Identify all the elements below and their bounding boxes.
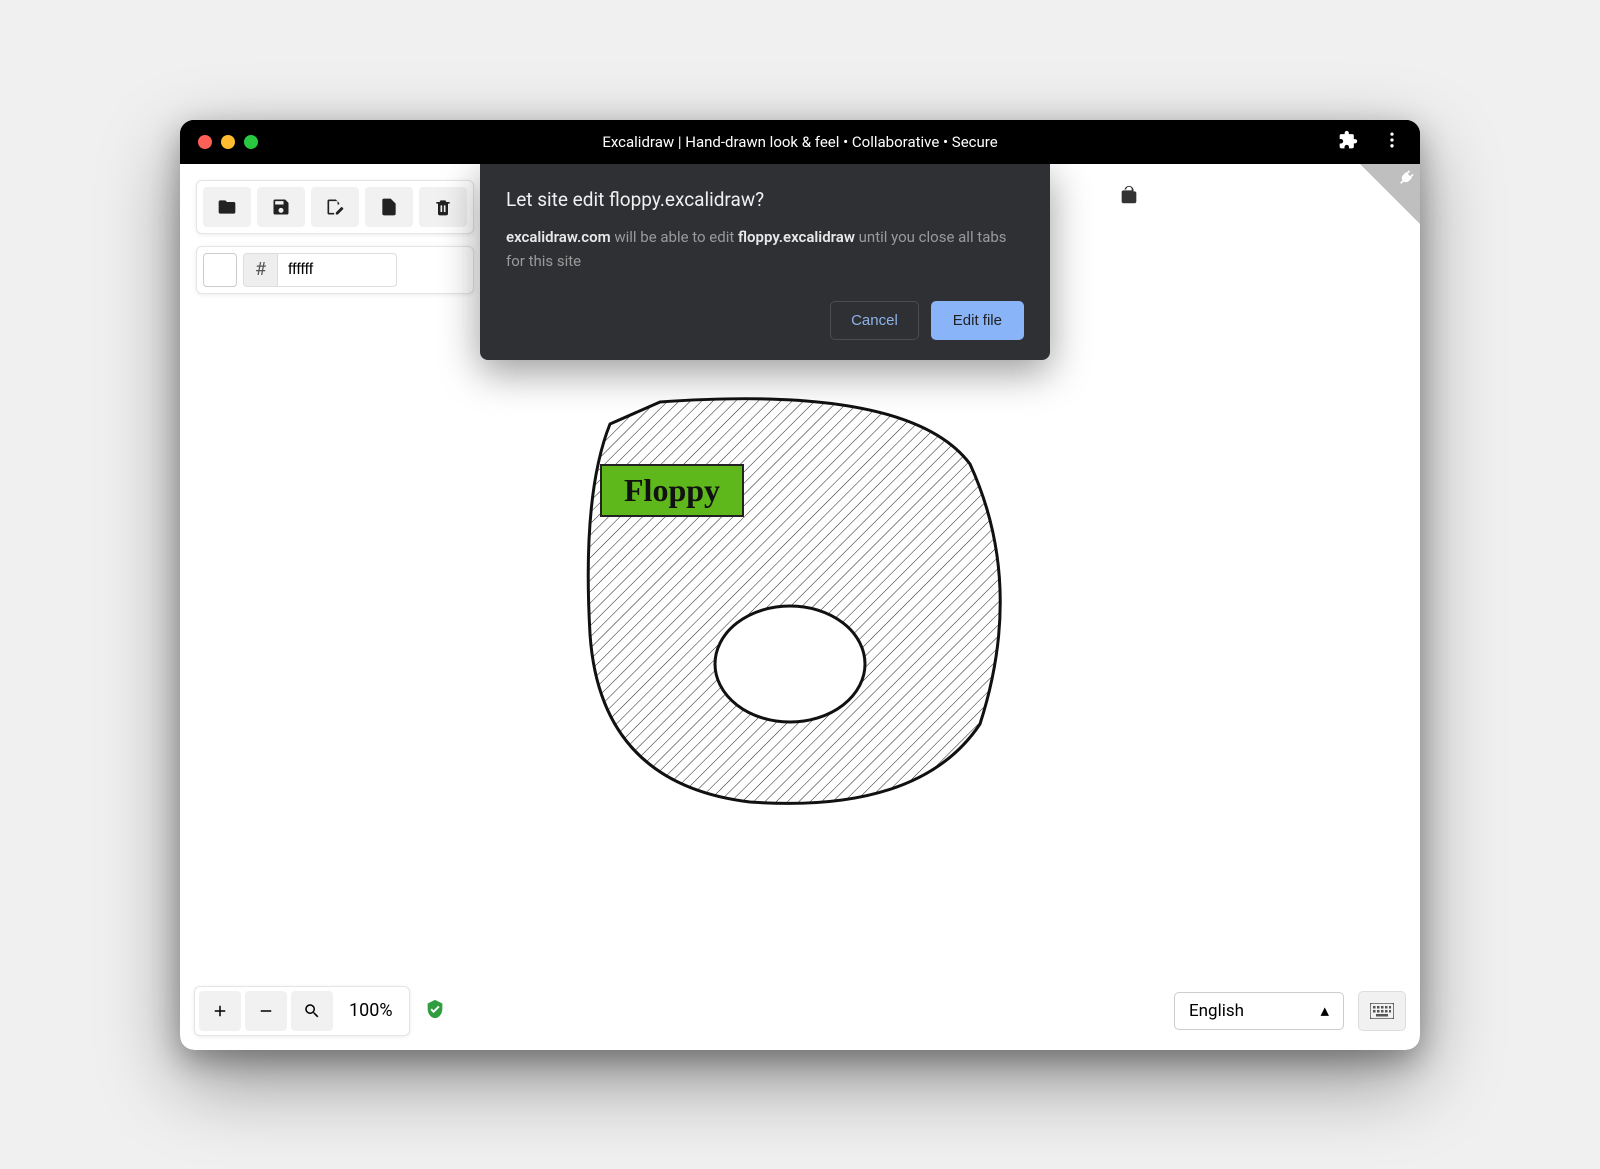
file-permission-dialog: Let site edit floppy.excalidraw? excalid… <box>480 164 1050 360</box>
app-content: # Let site edit floppy.excalidraw? excal… <box>180 164 1420 1050</box>
plug-icon <box>1396 168 1416 192</box>
language-label: English <box>1189 1001 1244 1021</box>
chevron-up-icon: ▴ <box>1320 1001 1329 1021</box>
close-window-button[interactable] <box>198 135 212 149</box>
plus-icon <box>211 1002 229 1020</box>
extension-icon[interactable] <box>1338 130 1358 154</box>
maximize-window-button[interactable] <box>244 135 258 149</box>
save-edit-icon <box>325 197 345 217</box>
browser-window: Excalidraw | Hand-drawn look & feel • Co… <box>180 120 1420 1050</box>
cancel-button[interactable]: Cancel <box>830 301 919 340</box>
top-toolbar: # <box>196 180 474 294</box>
dialog-site: excalidraw.com <box>506 228 611 246</box>
trash-icon <box>433 197 453 217</box>
folder-open-icon <box>217 197 237 217</box>
export-button[interactable] <box>365 187 413 227</box>
floppy-label[interactable]: Floppy <box>600 464 744 517</box>
minus-icon <box>257 1002 275 1020</box>
edit-file-button[interactable]: Edit file <box>931 301 1024 340</box>
window-controls <box>198 135 258 149</box>
keyboard-shortcuts-button[interactable] <box>1358 991 1406 1031</box>
hex-color-input[interactable] <box>277 253 397 287</box>
hash-prefix: # <box>243 253 277 287</box>
encryption-shield-icon[interactable] <box>424 998 446 1024</box>
zoom-controls: 100% <box>194 986 410 1036</box>
save-icon <box>271 197 291 217</box>
reset-zoom-icon <box>303 1002 321 1020</box>
export-icon <box>379 197 399 217</box>
zoom-out-button[interactable] <box>245 991 287 1031</box>
dialog-body: excalidraw.com will be able to edit flop… <box>506 225 1024 273</box>
bottom-bar: 100% English ▴ <box>194 986 1406 1036</box>
color-swatch[interactable] <box>203 253 237 287</box>
canvas-drawing[interactable] <box>550 394 1030 824</box>
background-color-control: # <box>196 246 474 294</box>
dialog-title: Let site edit floppy.excalidraw? <box>506 188 1024 211</box>
open-button[interactable] <box>203 187 251 227</box>
menu-icon[interactable] <box>1382 130 1402 154</box>
zoom-reset-button[interactable] <box>291 991 333 1031</box>
dialog-filename: floppy.excalidraw <box>738 228 855 246</box>
minimize-window-button[interactable] <box>221 135 235 149</box>
language-select[interactable]: English ▴ <box>1174 992 1344 1030</box>
lock-toggle[interactable] <box>1118 184 1140 210</box>
save-as-button[interactable] <box>311 187 359 227</box>
zoom-in-button[interactable] <box>199 991 241 1031</box>
window-title: Excalidraw | Hand-drawn look & feel • Co… <box>180 133 1420 151</box>
zoom-level: 100% <box>337 1000 405 1021</box>
delete-button[interactable] <box>419 187 467 227</box>
keyboard-icon <box>1370 1003 1394 1019</box>
titlebar: Excalidraw | Hand-drawn look & feel • Co… <box>180 120 1420 164</box>
save-button[interactable] <box>257 187 305 227</box>
